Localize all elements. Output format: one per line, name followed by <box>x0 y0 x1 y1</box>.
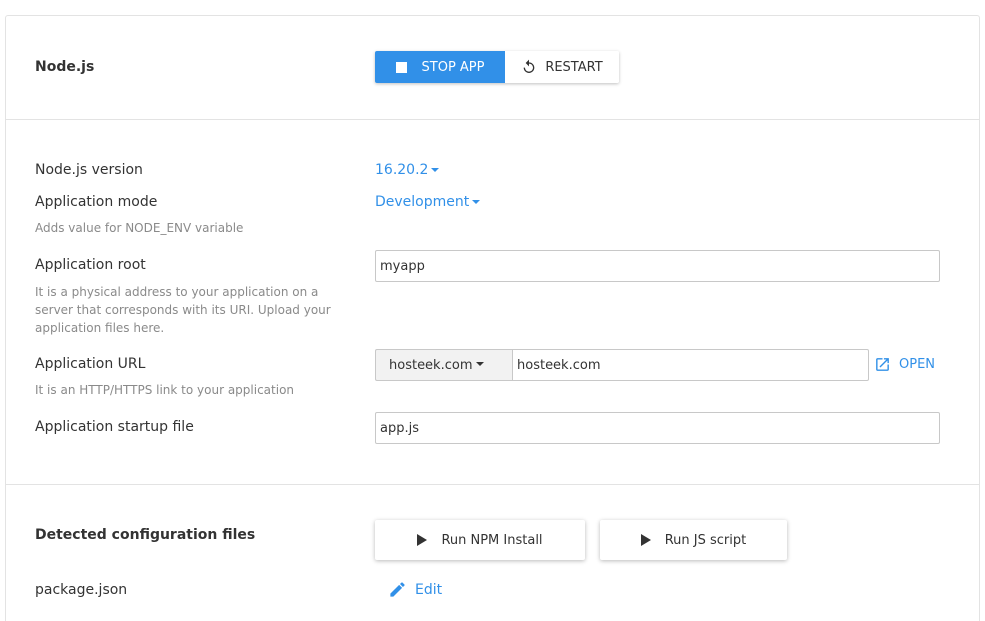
stop-square-icon <box>395 61 407 73</box>
restart-icon <box>523 59 535 73</box>
run-npm-install-button[interactable]: Run NPM Install <box>375 520 585 560</box>
application-mode-label: Application mode <box>35 194 158 210</box>
chevron-down-icon <box>476 362 485 366</box>
run-npm-install-label: Run NPM Install <box>441 532 543 548</box>
restart-label: RESTART <box>545 59 603 75</box>
section-divider <box>6 119 979 120</box>
application-root-hint: It is a physical address to your applica… <box>35 285 331 335</box>
chevron-down-icon <box>472 200 481 204</box>
application-root-label: Application root <box>35 257 146 273</box>
open-label: OPEN <box>899 357 936 372</box>
pencil-icon <box>390 582 405 597</box>
run-js-script-button[interactable]: Run JS script <box>600 520 787 560</box>
startup-file-input[interactable] <box>375 412 940 444</box>
app-control-buttons: STOP APP RESTART <box>375 51 619 83</box>
application-mode-dropdown[interactable]: Development <box>375 194 481 210</box>
restart-button[interactable]: RESTART <box>505 51 619 83</box>
section-divider <box>6 484 979 485</box>
startup-file-label: Application startup file <box>35 419 194 435</box>
edit-package-json-link[interactable]: Edit <box>388 580 442 599</box>
play-icon <box>417 534 428 546</box>
stop-app-label: STOP APP <box>421 59 485 75</box>
nodejs-version-dropdown[interactable]: 16.20.2 <box>375 162 440 178</box>
play-icon <box>640 534 651 546</box>
section-title-nodejs: Node.js <box>35 59 95 75</box>
application-url-input[interactable] <box>512 349 869 381</box>
application-url-label: Application URL <box>35 356 146 372</box>
nodejs-version-label: Node.js version <box>35 162 143 178</box>
config-file-name: package.json <box>35 582 128 598</box>
stop-app-button[interactable]: STOP APP <box>375 51 505 83</box>
application-mode-hint: Adds value for NODE_ENV variable <box>35 221 244 235</box>
edit-label: Edit <box>415 581 443 598</box>
open-url-link[interactable]: OPEN <box>874 356 935 373</box>
application-mode-value: Development <box>375 194 470 210</box>
run-js-script-label: Run JS script <box>664 532 747 548</box>
application-root-input[interactable] <box>375 250 940 282</box>
config-files-title: Detected configuration files <box>35 527 256 543</box>
url-domain-value: hosteek.com <box>389 357 473 373</box>
application-url-hint: It is an HTTP/HTTPS link to your applica… <box>35 383 295 397</box>
chevron-down-icon <box>431 168 440 172</box>
url-domain-select[interactable]: hosteek.com <box>375 349 513 381</box>
external-link-icon <box>876 358 889 371</box>
nodejs-version-value: 16.20.2 <box>375 162 429 178</box>
